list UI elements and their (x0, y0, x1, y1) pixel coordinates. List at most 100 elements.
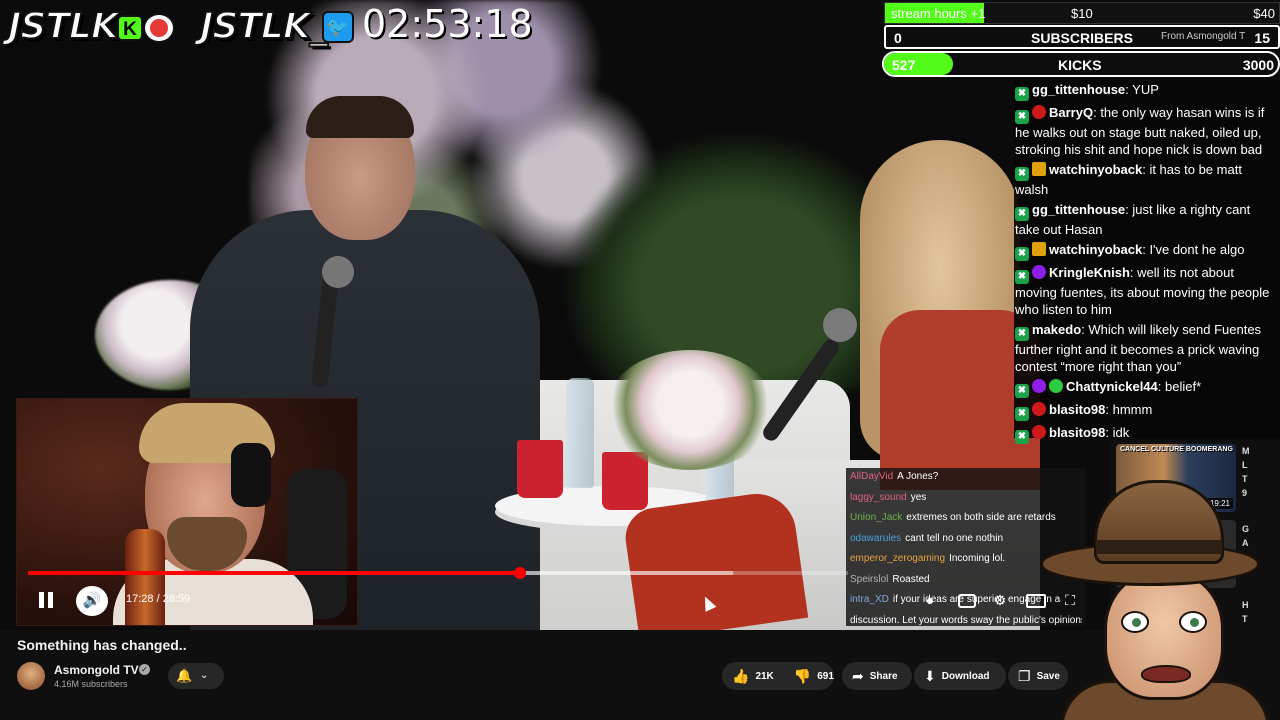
youtube-chat-username[interactable]: odawarules (850, 533, 901, 544)
subtitles-icon[interactable] (958, 594, 976, 608)
chat-message: ✖ gg_tittenhouse: YUP (1015, 81, 1277, 101)
moderator-badge-icon: ✖ (1015, 270, 1029, 284)
goal-widgets: stream hours +1 $10 $40 0 SUBSCRIBERS Fr… (882, 0, 1280, 80)
clover-badge-icon (1049, 379, 1063, 393)
moderator-badge-icon: ✖ (1015, 327, 1029, 341)
chat-message: ✖ Chattynickel44: belief* (1015, 378, 1277, 398)
chat-username[interactable]: watchinyoback (1049, 242, 1142, 257)
subscribers-label: SUBSCRIBERS (1031, 30, 1133, 46)
crown-badge-icon (1032, 242, 1046, 256)
purple-badge-icon (1032, 379, 1046, 393)
chat-text: belief* (1165, 379, 1202, 394)
chat-message: ✖ BarryQ: the only way hasan wins is if h… (1015, 105, 1265, 157)
youtube-chat-text: cant tell no one nothin (905, 532, 1004, 544)
moderator-badge-icon: ✖ (1015, 207, 1029, 221)
red-mug (517, 440, 563, 498)
chat-username[interactable]: blasito98 (1049, 425, 1105, 440)
video-title: Something has changed.. (17, 637, 187, 653)
chat-message: ✖ watchinyoback: I've dont he algo (1015, 241, 1277, 261)
chat-message: ✖ watchinyoback: it has to be matt walsh (1015, 162, 1242, 197)
kicks-target: 3000 (1242, 57, 1274, 73)
thumbnail-title: CANCEL CULTURE BOOMERANG (1120, 446, 1233, 453)
record-icon (143, 13, 175, 43)
progress-bar[interactable] (28, 567, 848, 579)
detective-emote-overlay (1040, 470, 1280, 720)
youtube-chat-username[interactable]: Union_Jack (850, 512, 902, 523)
chat-message: ✖ blasito98: hmmm (1015, 401, 1277, 421)
settings-gear-icon[interactable]: ⚙ (990, 591, 1010, 609)
chat-username[interactable]: gg_tittenhouse (1032, 202, 1125, 217)
subscribers-current: 0 (894, 30, 902, 46)
red-badge-icon (1032, 402, 1046, 416)
detective-mouth (1141, 665, 1191, 683)
chat-username[interactable]: watchinyoback (1049, 162, 1142, 177)
progress-played (28, 571, 520, 575)
pause-button[interactable] (30, 588, 60, 614)
brand-twitter-handle: JSTLK_ (199, 5, 329, 48)
channel-avatar[interactable] (17, 662, 45, 690)
crown-badge-icon (1032, 162, 1046, 176)
kicks-current: 527 (892, 57, 916, 73)
autoplay-toggle-icon[interactable]: ● (920, 591, 940, 609)
youtube-chat-username[interactable]: intra_XD (850, 594, 889, 605)
dislike-count[interactable]: 691 (817, 671, 834, 682)
youtube-chat-text: A Jones? (897, 471, 939, 482)
subscribers-goal: 0 SUBSCRIBERS From Asmongold T 15 (884, 25, 1280, 49)
youtube-chat-username[interactable]: AllDayVid (850, 471, 893, 482)
chat-username[interactable]: BarryQ (1049, 105, 1093, 120)
pause-icon (48, 592, 53, 608)
chat-text: I've dont he algo (1149, 242, 1245, 257)
purple-badge-icon (1032, 265, 1046, 279)
bell-icon: 🔔 (176, 668, 193, 683)
thumbs-up-icon[interactable]: 👍 (732, 668, 749, 685)
red-badge-icon (1032, 425, 1046, 439)
time-display: 17:28 / 28:59 (126, 593, 191, 605)
sidebar-title-fragment[interactable]: L (1242, 460, 1248, 470)
speaker-left-hair (306, 96, 414, 138)
chat-username[interactable]: Chattynickel44 (1066, 379, 1158, 394)
youtube-chat-text: extremes on both side are retards (906, 512, 1056, 523)
youtube-chat-username[interactable]: laggy_sound (850, 492, 907, 503)
share-button[interactable]: ➦ Share (842, 662, 912, 690)
chat-username[interactable]: KringleKnish (1049, 265, 1130, 280)
youtube-chat-username[interactable]: emperor_zerogaming (850, 553, 945, 564)
subscribers-target: 15 (1254, 30, 1270, 46)
download-button[interactable]: ⬇ Download (914, 662, 1006, 690)
sidebar-title-fragment[interactable]: M (1242, 446, 1250, 456)
progress-scrubber[interactable] (514, 567, 526, 579)
stream-hours-label: stream hours +1 (891, 6, 986, 21)
chevron-down-icon: ⌄ (200, 670, 209, 681)
moderator-badge-icon: ✖ (1015, 167, 1029, 181)
fedora-hat-band (1096, 540, 1222, 554)
volume-button[interactable]: 🔊 (76, 586, 108, 616)
thumbs-down-icon[interactable]: 👎 (794, 668, 811, 685)
microphone-right-head (823, 308, 857, 342)
stream-hours-mid: $10 (1071, 6, 1093, 21)
red-badge-icon (1032, 105, 1046, 119)
youtube-chat-text: Roasted (892, 573, 930, 585)
moderator-badge-icon: ✖ (1015, 247, 1029, 261)
red-mug (602, 452, 648, 510)
moderator-badge-icon: ✖ (1015, 384, 1029, 398)
stream-timer: 02:53:18 (362, 2, 533, 46)
chat-username[interactable]: blasito98 (1049, 402, 1105, 417)
bottle (125, 529, 165, 625)
youtube-chat-username[interactable]: Speirslol (850, 574, 888, 585)
chat-text: hmmm (1112, 402, 1153, 417)
headset-icon (231, 443, 271, 507)
microphone-left-head (322, 256, 354, 288)
channel-name[interactable]: Asmongold TV (54, 663, 139, 677)
chat-username[interactable]: makedo (1032, 322, 1081, 337)
notification-bell-button[interactable]: 🔔 ⌄ (168, 663, 224, 689)
flower-vase (605, 350, 775, 470)
chat-username[interactable]: gg_tittenhouse (1032, 82, 1125, 97)
volume-icon: 🔊 (82, 592, 102, 609)
detective-eye (1121, 611, 1149, 633)
youtube-chat-text: yes (910, 491, 927, 503)
water-bottle (566, 378, 594, 488)
like-count[interactable]: 21K (755, 671, 773, 682)
detective-eye (1179, 611, 1207, 633)
moderator-badge-icon: ✖ (1015, 110, 1029, 124)
pause-icon (39, 592, 44, 608)
subscriber-count: 4.16M subscribers (54, 679, 128, 689)
